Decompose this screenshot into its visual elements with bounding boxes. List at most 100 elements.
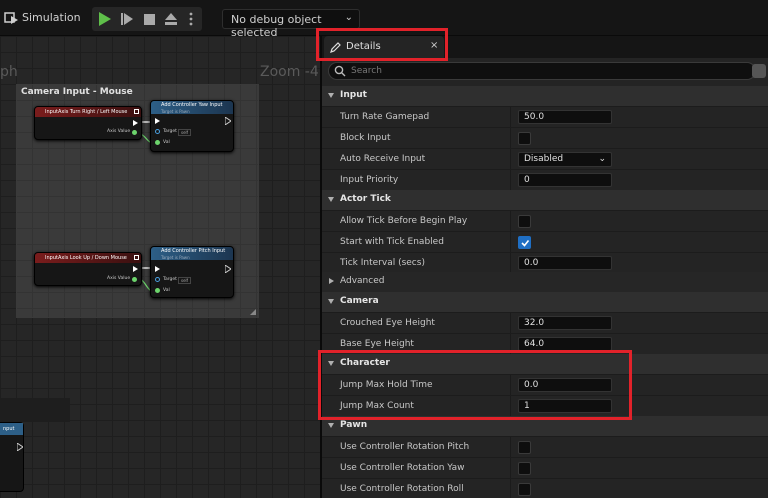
section-actor-tick[interactable]: Actor Tick: [322, 190, 768, 210]
allow-tick-checkbox[interactable]: [518, 215, 531, 228]
val-pin[interactable]: [155, 140, 160, 145]
block-input-checkbox[interactable]: [518, 132, 531, 145]
node-title: nput: [0, 423, 23, 435]
row-input-priority: Input Priority 0: [322, 169, 768, 191]
property-label: Use Controller Rotation Pitch: [340, 442, 470, 452]
editor-window: Simulation No debug object selected ⌄ ph…: [0, 0, 768, 498]
axis-value-pin[interactable]: [132, 277, 137, 282]
column-divider[interactable]: [510, 211, 511, 232]
dropdown-value: Disabled: [524, 154, 564, 164]
property-label: Use Controller Rotation Roll: [340, 484, 464, 494]
input-priority-input[interactable]: 0: [518, 173, 612, 187]
graph-band: [0, 398, 70, 422]
column-divider[interactable]: [510, 170, 511, 191]
node-header: InputAxis Turn Right / Left Mouse: [35, 107, 141, 117]
node-header: Add Controller Yaw Input Target is Pawn: [151, 101, 233, 114]
column-divider[interactable]: [510, 253, 511, 274]
node-header: InputAxis Look Up / Down Mouse: [35, 253, 141, 263]
view-options-icon[interactable]: [752, 64, 766, 78]
property-label: Base Eye Height: [340, 339, 414, 349]
highlight-character-section: [318, 350, 632, 420]
row-turn-rate-gamepad: Turn Rate Gamepad 50.0: [322, 106, 768, 128]
exec-pin-in[interactable]: [155, 266, 160, 272]
kebab-menu-icon: [189, 12, 193, 26]
section-input[interactable]: Input: [322, 86, 768, 106]
exec-pin-out[interactable]: [133, 266, 138, 272]
exec-pin-in[interactable]: [155, 118, 160, 124]
search-box[interactable]: [328, 62, 756, 80]
column-divider[interactable]: [510, 458, 511, 479]
property-label: Auto Receive Input: [340, 154, 426, 164]
crouched-eye-height-input[interactable]: 32.0: [518, 316, 612, 330]
node-partial[interactable]: nput: [0, 422, 24, 492]
section-title: Input: [340, 90, 367, 100]
node-event-icon: [134, 255, 139, 260]
self-value[interactable]: self: [178, 277, 192, 284]
property-label: Turn Rate Gamepad: [340, 112, 430, 122]
simulation-label[interactable]: Simulation: [22, 11, 81, 24]
row-use-controller-rotation-yaw: Use Controller Rotation Yaw: [322, 457, 768, 479]
pin-label: Target: [163, 129, 177, 134]
search-icon: [334, 65, 346, 77]
more-options-button[interactable]: [180, 7, 202, 31]
node-input-axis-lookup[interactable]: InputAxis Look Up / Down Mouse Axis Valu…: [34, 252, 142, 286]
play-button[interactable]: [94, 7, 116, 31]
val-pin[interactable]: [155, 288, 160, 293]
turn-rate-input[interactable]: 50.0: [518, 110, 612, 124]
expand-arrow-icon: [328, 299, 334, 304]
chevron-down-icon: ⌄: [344, 12, 353, 23]
tick-interval-input[interactable]: 0.0: [518, 256, 612, 270]
pin-label: Axis Value: [107, 129, 131, 134]
self-value[interactable]: self: [178, 129, 192, 136]
section-advanced[interactable]: Advanced: [322, 272, 768, 292]
base-eye-height-input[interactable]: 64.0: [518, 337, 612, 351]
node-event-icon: [134, 109, 139, 114]
column-divider[interactable]: [510, 437, 511, 458]
use-roll-checkbox[interactable]: [518, 483, 531, 496]
exec-pin-out[interactable]: [17, 443, 23, 451]
debug-object-select[interactable]: No debug object selected ⌄: [222, 9, 360, 39]
row-allow-tick-before-begin-play: Allow Tick Before Begin Play: [322, 210, 768, 232]
node-title: InputAxis Turn Right / Left Mouse: [45, 109, 128, 115]
use-yaw-checkbox[interactable]: [518, 462, 531, 475]
property-label: Start with Tick Enabled: [340, 237, 444, 247]
node-add-controller-pitch[interactable]: Add Controller Pitch Input Target is Paw…: [150, 246, 234, 298]
node-add-controller-yaw[interactable]: Add Controller Yaw Input Target is Pawn …: [150, 100, 234, 152]
node-input-axis-turn[interactable]: InputAxis Turn Right / Left Mouse Axis V…: [34, 106, 142, 140]
step-button[interactable]: [116, 7, 138, 31]
node-subtitle: Target is Pawn: [161, 109, 190, 114]
expand-arrow-icon: [328, 197, 334, 202]
property-label: Allow Tick Before Begin Play: [340, 216, 468, 226]
column-divider[interactable]: [510, 107, 511, 128]
exec-pin-out[interactable]: [225, 265, 231, 273]
stop-button[interactable]: [138, 7, 160, 31]
auto-receive-dropdown[interactable]: Disabled ⌄: [518, 152, 612, 167]
column-divider[interactable]: [510, 232, 511, 253]
row-use-controller-rotation-roll: Use Controller Rotation Roll: [322, 478, 768, 498]
row-tick-interval: Tick Interval (secs) 0.0: [322, 252, 768, 274]
simulation-icon[interactable]: [4, 10, 20, 26]
exec-pin-out[interactable]: [133, 120, 138, 126]
node-subtitle: Target is Pawn: [161, 255, 190, 260]
exec-pin-out[interactable]: [225, 117, 231, 125]
section-camera[interactable]: Camera: [322, 292, 768, 312]
row-auto-receive-input: Auto Receive Input Disabled ⌄: [322, 148, 768, 170]
column-divider[interactable]: [510, 313, 511, 334]
column-divider[interactable]: [510, 128, 511, 149]
section-title: Pawn: [340, 420, 368, 430]
property-label: Block Input: [340, 133, 391, 143]
use-pitch-checkbox[interactable]: [518, 441, 531, 454]
axis-value-pin[interactable]: [132, 130, 137, 135]
blueprint-graph[interactable]: ph Zoom -4 Camera Input - Mouse InputAxi…: [0, 36, 320, 498]
playback-controls: [92, 7, 202, 31]
play-icon: [99, 12, 111, 26]
search-input[interactable]: [351, 64, 731, 78]
pin-label: Val: [163, 140, 170, 145]
column-divider[interactable]: [510, 149, 511, 170]
column-divider[interactable]: [510, 479, 511, 498]
start-tick-checkbox[interactable]: [518, 236, 531, 249]
target-pin[interactable]: [155, 129, 160, 134]
eject-button[interactable]: [160, 7, 182, 31]
target-pin[interactable]: [155, 277, 160, 282]
property-label: Use Controller Rotation Yaw: [340, 463, 465, 473]
